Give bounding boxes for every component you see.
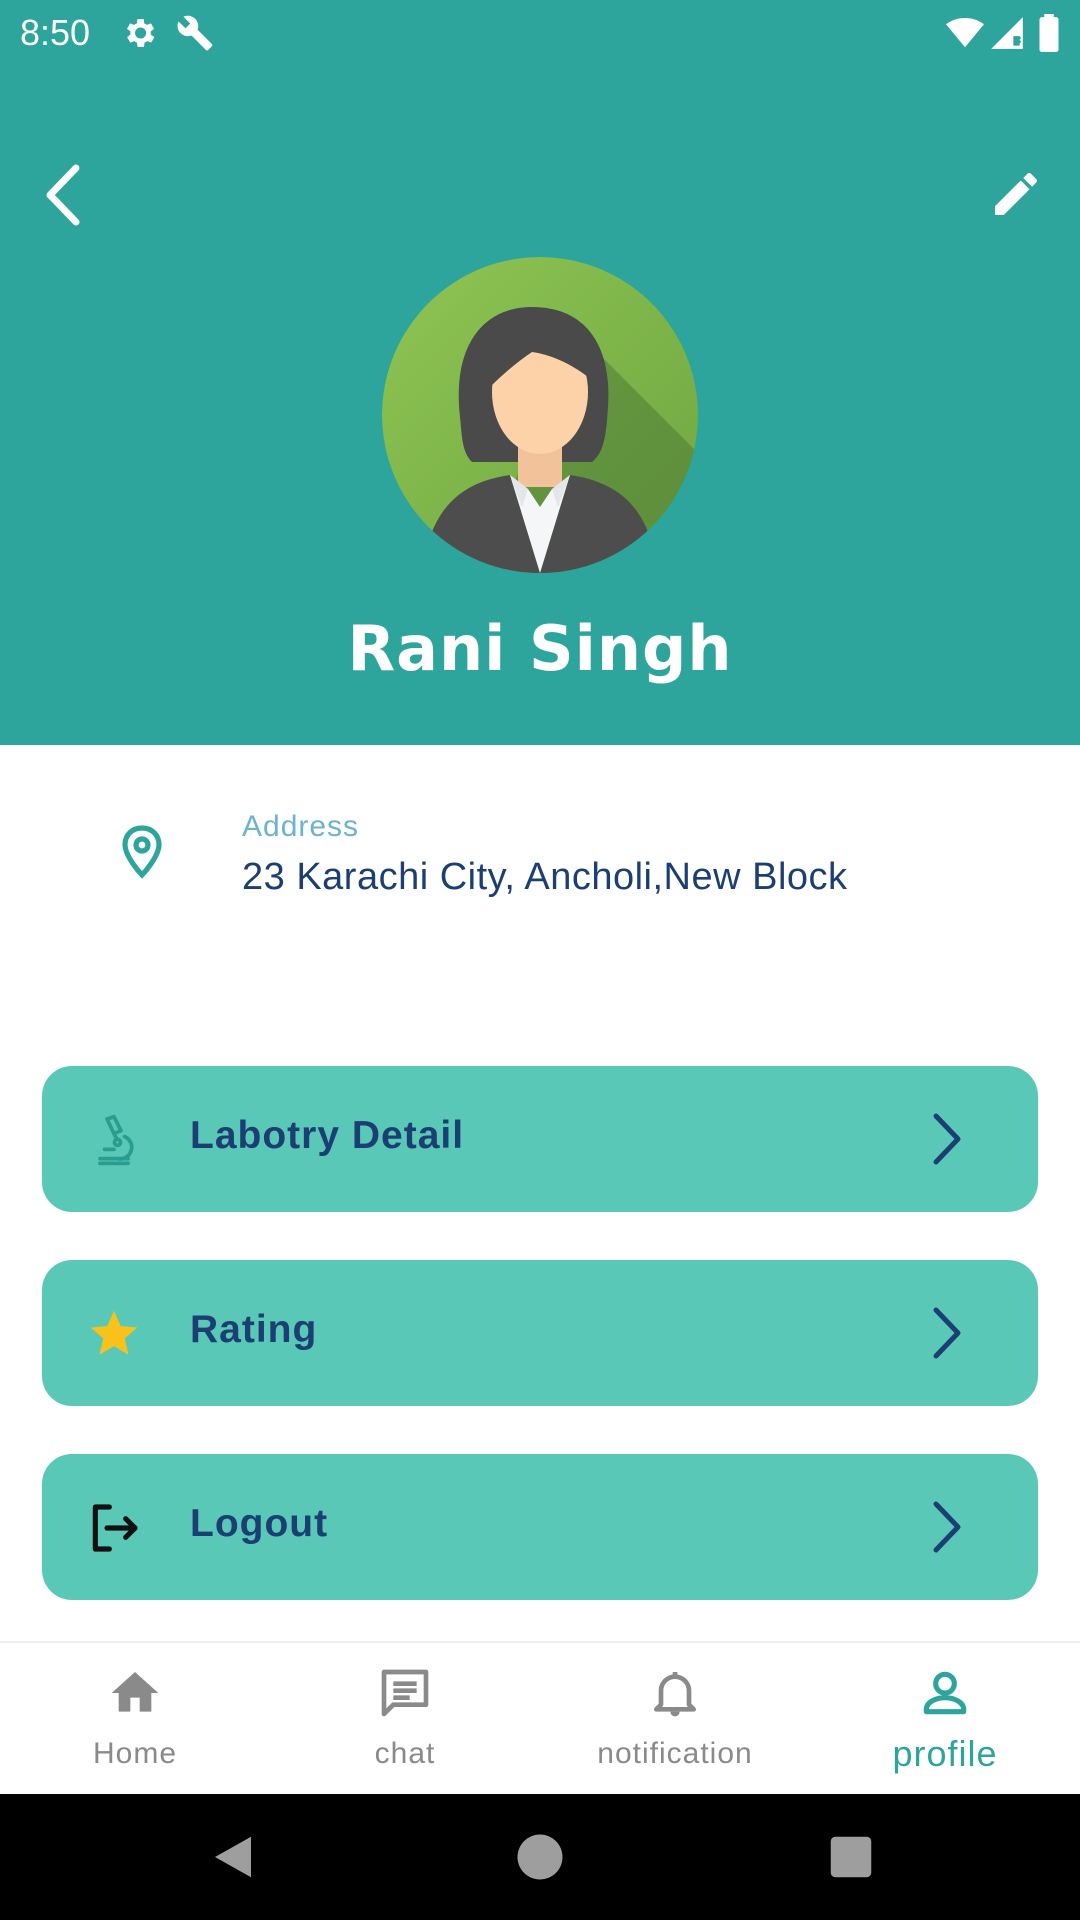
back-button[interactable] [40,160,90,230]
microscope-icon [98,1114,134,1166]
profile-header: 8:50 Rani Singh [0,0,1080,745]
menu-item-label: Rating [190,1308,318,1351]
chevron-right-icon [933,1501,961,1553]
wrench-icon [177,15,213,51]
avatar[interactable] [382,257,698,573]
nav-item-home[interactable]: Home [0,1643,270,1796]
nav-label: chat [374,1737,436,1770]
menu-item-label: Labotry Detail [190,1114,465,1157]
nav-label: Home [92,1737,178,1770]
avatar-illustration [382,257,698,573]
chevron-right-icon [933,1307,961,1359]
system-recents-icon[interactable] [824,1830,878,1884]
nav-label: notification [597,1737,753,1770]
signal-icon [991,17,1023,49]
home-icon [111,1672,159,1712]
status-time: 8:50 [20,12,91,53]
bottom-navigation: Home chat notification profile [0,1641,1080,1794]
gear-icon [126,19,155,47]
bell-icon [654,1672,696,1717]
star-icon [90,1310,138,1355]
system-back-icon[interactable] [206,1830,260,1884]
location-pin-icon [122,825,162,879]
status-bar: 8:50 [0,0,1080,64]
user-name: Rani Singh [347,612,733,685]
nav-label: profile [892,1733,998,1774]
menu-item-label: Logout [190,1502,329,1545]
nav-item-chat[interactable]: chat [270,1643,540,1796]
person-icon [923,1671,967,1715]
nav-item-profile[interactable]: profile [810,1643,1080,1796]
chat-icon [381,1669,429,1717]
menu-item-rating[interactable]: Rating [42,1260,1038,1406]
nav-item-notification[interactable]: notification [540,1643,810,1796]
chevron-right-icon [933,1113,961,1165]
menu-item-laboratory-detail[interactable]: Labotry Detail [42,1066,1038,1212]
address-label: Address [242,810,360,843]
menu-item-logout[interactable]: Logout [42,1454,1038,1600]
logout-icon [92,1504,138,1552]
edit-button[interactable] [988,166,1044,222]
system-navigation-bar [0,1794,1080,1920]
battery-icon [1039,14,1059,52]
system-home-icon[interactable] [513,1830,567,1884]
address-value: 23 Karachi City, Ancholi,New Block [242,856,848,898]
wifi-icon [946,17,984,48]
